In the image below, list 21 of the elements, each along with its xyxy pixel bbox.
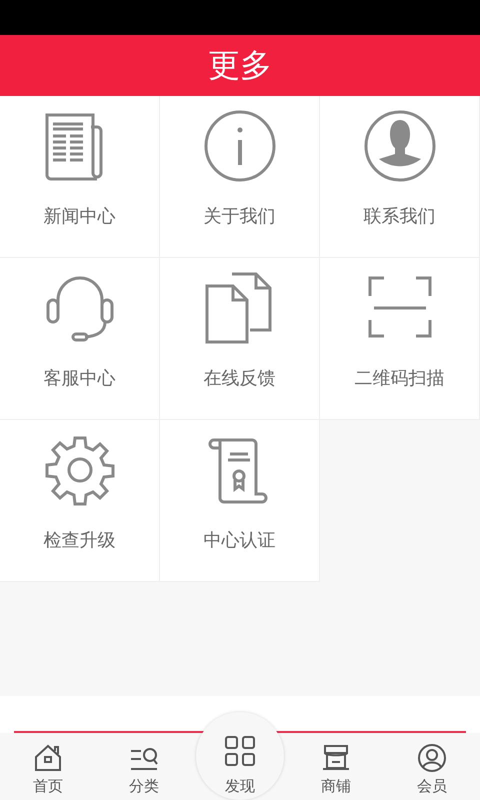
- user-icon: [417, 743, 447, 773]
- menu-tile[interactable]: 客服中心: [0, 258, 160, 420]
- gear-icon: [44, 434, 116, 506]
- info-icon: [204, 110, 276, 182]
- grid-icon: [224, 735, 256, 767]
- menu-tile[interactable]: 检查升级: [0, 420, 160, 582]
- nav-tab[interactable]: 商铺: [288, 733, 384, 800]
- menu-tile[interactable]: 联系我们: [320, 96, 480, 258]
- menu-tile[interactable]: 关于我们: [160, 96, 320, 258]
- user-silhouette-icon: [364, 110, 436, 182]
- page-title: 更多: [208, 44, 272, 86]
- nav-tab[interactable]: 会员: [384, 733, 480, 800]
- nav-tab[interactable]: 分类: [96, 733, 192, 800]
- home-icon: [33, 743, 63, 773]
- menu-tile[interactable]: 在线反馈: [160, 258, 320, 420]
- nav-tab[interactable]: 首页: [0, 733, 96, 800]
- center-nav-button[interactable]: 发现: [196, 712, 284, 800]
- menu-tile[interactable]: 二维码扫描: [320, 258, 480, 420]
- storefront-icon: [321, 743, 351, 773]
- menu-tile[interactable]: 中心认证: [160, 420, 320, 582]
- menu-tile[interactable]: 新闻中心: [0, 96, 160, 258]
